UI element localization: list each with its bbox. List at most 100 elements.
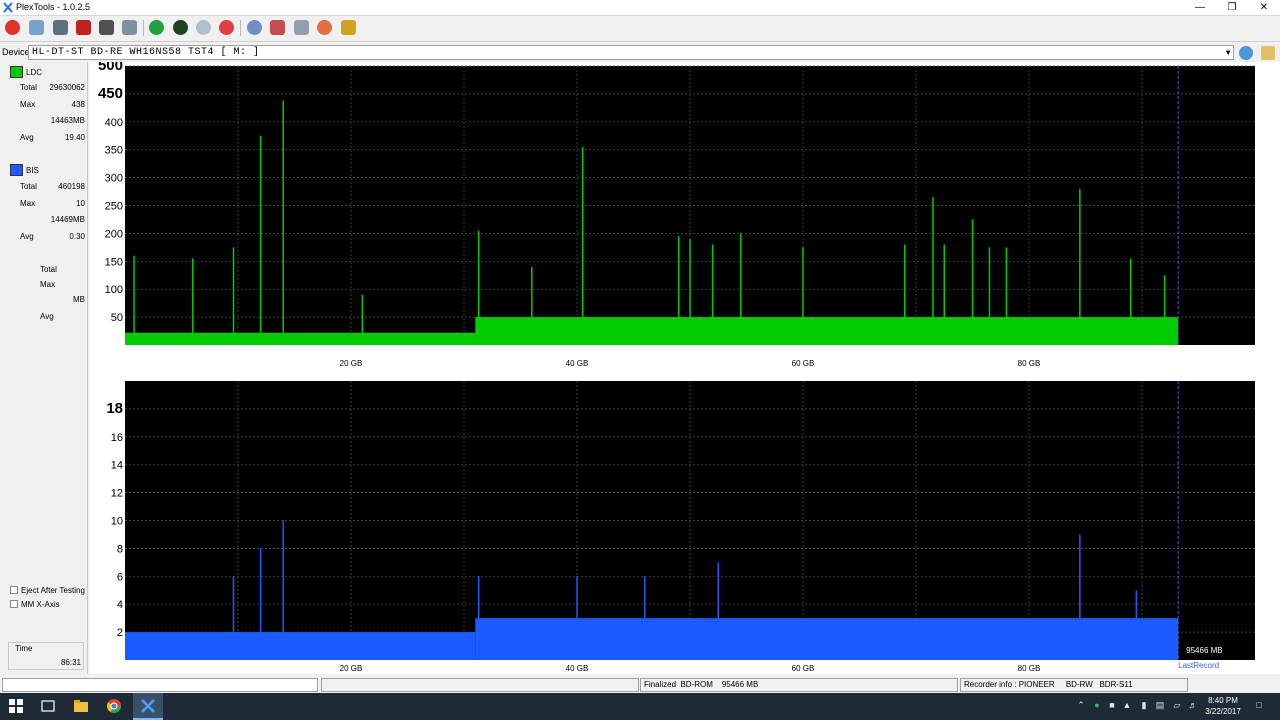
third-max-label: Max <box>40 280 56 289</box>
time-value: 86:31 <box>60 658 81 667</box>
eject-after-testing-checkbox[interactable] <box>10 586 18 594</box>
y-tick-label: 200 <box>105 228 123 240</box>
task-view-icon[interactable] <box>40 698 56 714</box>
restore-button[interactable]: ❐ <box>1216 0 1248 15</box>
device-bar: Device: HL-DT-ST BD-RE WH16NS58 TST4 [ M… <box>0 41 1280 61</box>
ldc-label: LDC <box>26 68 43 77</box>
chart-area: 500 450 400 350 300 250 200 150 100 50 20 GB 40 GB 6… <box>89 62 1280 674</box>
toolbar-separator <box>143 20 144 36</box>
status-bar: Finalized BD-ROM 95466 MB Recorder info … <box>0 677 1280 693</box>
third-avg-label: Avg <box>40 312 54 321</box>
x-tick-label: 40 GB <box>566 359 589 368</box>
refresh-device-icon[interactable] <box>1239 46 1253 60</box>
file-explorer-icon[interactable] <box>73 698 89 714</box>
x-tick-label: 80 GB <box>1018 359 1041 368</box>
x-tick-label: 60 GB <box>792 359 815 368</box>
y-tick-label: 18 <box>106 400 123 417</box>
y-tick-label: 4 <box>117 599 123 611</box>
y-tick-label: 2 <box>117 627 123 639</box>
series-baseline-area <box>475 317 1179 345</box>
time-label: Time <box>15 644 33 653</box>
y-tick-label: 14 <box>111 460 123 472</box>
tray-chevron-up-icon[interactable]: ⌃ <box>1076 700 1086 711</box>
copy-icon[interactable] <box>122 20 137 35</box>
y-tick-label: 6 <box>117 571 123 583</box>
chart-icon[interactable] <box>341 20 356 35</box>
time-box: Time 86:31 <box>8 642 84 670</box>
print-icon[interactable] <box>294 20 309 35</box>
chrome-icon[interactable] <box>106 698 122 714</box>
drive-icon[interactable] <box>53 20 68 35</box>
y-tick-label: 16 <box>111 432 123 444</box>
bis-color-swatch[interactable] <box>10 164 23 176</box>
x-tick-label: 20 GB <box>340 664 363 673</box>
third-mb-label: MB <box>73 295 85 304</box>
lock-icon[interactable] <box>1261 46 1275 60</box>
tray-network-status-icon[interactable]: ● <box>1092 700 1102 711</box>
y-tick-label: 250 <box>105 201 123 213</box>
ldc-color-swatch[interactable] <box>10 66 23 78</box>
clock-date: 3/22/2017 <box>1205 707 1241 716</box>
end-size-label: 95466 MB <box>1186 646 1222 655</box>
chevron-down-icon[interactable]: ▼ <box>1226 47 1231 60</box>
disc-icon[interactable] <box>99 20 114 35</box>
tray-app-icon[interactable]: ■ <box>1107 700 1117 711</box>
info-icon[interactable] <box>247 20 262 35</box>
mm-x-axis-checkbox[interactable] <box>10 600 18 608</box>
x-tick-label: 60 GB <box>792 664 815 673</box>
taskbar-clock[interactable]: 8:40 PM 3/22/2017 <box>1200 695 1246 717</box>
ldc-max-value: 438 <box>71 100 85 109</box>
y-tick-label: 450 <box>98 85 123 102</box>
bis-total-value: 460198 <box>58 182 85 191</box>
x-tick-label: 40 GB <box>566 664 589 673</box>
y-tick-label: 50 <box>111 312 123 324</box>
y-tick-label: 350 <box>105 145 123 157</box>
recorder-info-field: Recorder info : PIONEER BD-RW BDR-S11 <box>960 678 1188 692</box>
x-tick-label: 20 GB <box>340 359 363 368</box>
plextools-icon <box>141 699 155 713</box>
window-title: PlexTools - 1.0.2.5 <box>16 2 91 12</box>
start-icon[interactable] <box>8 698 24 714</box>
plextools-logo-icon <box>3 2 13 13</box>
plextools-taskbar-item[interactable] <box>133 693 163 720</box>
finalized-text: Finalized <box>644 680 677 689</box>
power-icon[interactable] <box>5 20 20 35</box>
title-bar: PlexTools - 1.0.2.5 — ❐ ✕ <box>0 0 1280 16</box>
y-tick-label: 500 <box>98 62 123 74</box>
stop-icon[interactable] <box>219 20 234 35</box>
toolbar <box>0 16 1280 40</box>
recycle-icon[interactable] <box>196 20 211 35</box>
series-baseline-area <box>475 618 1179 660</box>
last-record-label: LastRecord <box>1178 661 1219 670</box>
y-tick-label: 400 <box>105 117 123 129</box>
eject-after-testing-label: Eject After Testing <box>21 586 85 595</box>
series-baseline-area <box>125 332 476 345</box>
tray-volume-icon[interactable]: ♬ <box>1188 700 1198 711</box>
third-total-label: Total <box>40 265 57 274</box>
media-text: BD-RW <box>1065 680 1093 689</box>
globe-icon[interactable] <box>173 20 188 35</box>
ldc-max-position: 14463MB <box>50 116 85 125</box>
minimize-button[interactable]: — <box>1184 0 1216 15</box>
tools-icon[interactable] <box>29 20 44 35</box>
bis-avg-value: 0.30 <box>69 232 85 241</box>
device-select[interactable]: HL-DT-ST BD-RE WH16NS58 TST4 [ M: ] ▼ <box>28 45 1234 60</box>
tray-usb-icon[interactable]: ▤ <box>1155 700 1165 711</box>
bis-max-position: 14469MB <box>50 215 85 224</box>
tray-battery-icon[interactable]: ▮ <box>1139 700 1149 711</box>
drive2-icon[interactable] <box>270 20 285 35</box>
status-empty-field <box>321 678 639 692</box>
disc-type-text: BD-ROM <box>680 680 713 689</box>
tray-wifi-icon[interactable]: ▱ <box>1172 700 1182 711</box>
toolbar-separator <box>240 20 241 36</box>
y-tick-label: 12 <box>111 488 123 500</box>
stats-sidebar: LDC Total 29630062 Max 438 14463MB Avg 1… <box>0 62 88 674</box>
fire-icon[interactable] <box>317 20 332 35</box>
action-center-icon[interactable]: □ <box>1252 700 1266 711</box>
refresh-icon[interactable] <box>149 20 164 35</box>
eraser-icon[interactable] <box>76 20 91 35</box>
progress-bar <box>2 678 318 692</box>
device-value: HL-DT-ST BD-RE WH16NS58 TST4 [ M: ] <box>32 47 260 58</box>
close-button[interactable]: ✕ <box>1248 0 1280 15</box>
tray-security-icon[interactable]: ▲ <box>1122 700 1132 711</box>
